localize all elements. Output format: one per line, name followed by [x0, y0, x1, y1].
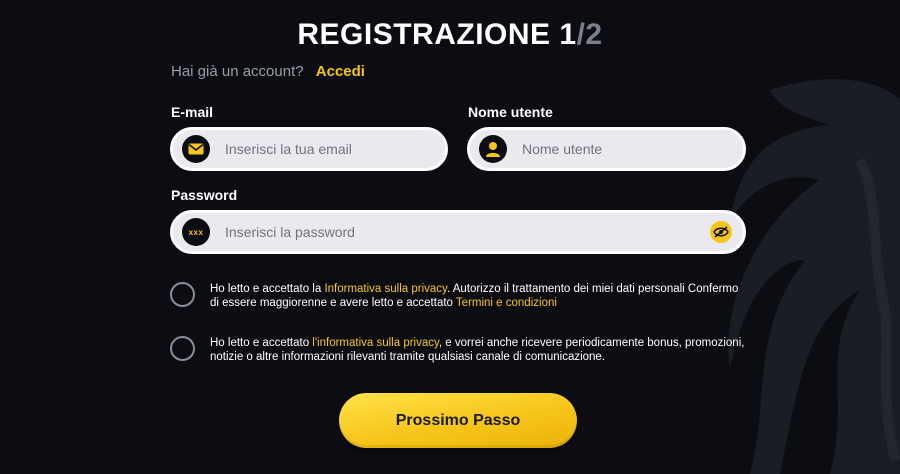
username-input[interactable] — [522, 141, 722, 157]
privacy-consent-text: Ho letto e accettato la Informativa sull… — [210, 282, 750, 310]
envelope-icon — [182, 135, 210, 163]
email-field-wrapper[interactable] — [170, 127, 448, 171]
privacy-consent-checkbox[interactable] — [170, 282, 195, 307]
title-step-total: /2 — [576, 18, 603, 51]
username-field-wrapper[interactable] — [467, 127, 746, 171]
marketing-text-start: Ho letto e accettato — [210, 337, 313, 349]
privacy-policy-link[interactable]: Informativa sulla privacy — [324, 283, 447, 295]
next-step-button[interactable]: Prossimo Passo — [339, 393, 577, 448]
terms-link[interactable]: Termini e condizioni — [456, 297, 557, 309]
background-brush-decoration — [728, 79, 900, 474]
marketing-consent-row: Ho letto e accettato l'informativa sulla… — [170, 336, 750, 364]
login-link[interactable]: Accedi — [316, 63, 365, 80]
password-input[interactable] — [225, 224, 425, 240]
marketing-privacy-link[interactable]: l'informativa sulla privacy — [312, 337, 439, 349]
username-label: Nome utente — [468, 104, 553, 120]
email-input[interactable] — [225, 141, 425, 157]
user-icon — [479, 135, 507, 163]
marketing-consent-checkbox[interactable] — [170, 336, 195, 361]
email-label: E-mail — [171, 104, 214, 120]
privacy-text-start: Ho letto e accettato la — [210, 283, 325, 295]
eye-off-icon[interactable] — [710, 221, 732, 243]
marketing-consent-text: Ho letto e accettato l'informativa sulla… — [210, 336, 750, 364]
password-mask-icon: xxx — [182, 218, 210, 246]
privacy-consent-row: Ho letto e accettato la Informativa sull… — [170, 282, 750, 310]
password-mask-text: xxx — [188, 227, 204, 237]
title-main: REGISTRAZIONE 1 — [297, 18, 577, 51]
login-question: Hai già un account? — [171, 63, 304, 80]
password-field-wrapper[interactable]: xxx — [170, 210, 746, 254]
page-title: REGISTRAZIONE 1/2 — [0, 18, 900, 52]
password-label: Password — [171, 187, 238, 203]
login-prompt: Hai già un account? Accedi — [171, 63, 365, 80]
